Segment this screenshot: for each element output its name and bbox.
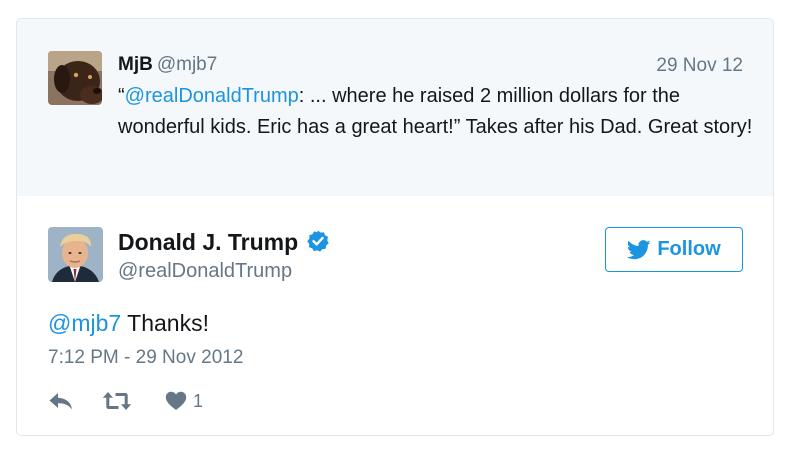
author-avatar[interactable] <box>48 227 103 282</box>
verified-badge-icon <box>306 229 330 253</box>
quoted-author[interactable]: MjB @mjb7 <box>118 53 217 77</box>
retweet-icon <box>102 392 132 410</box>
tweet-actions: 1 <box>48 388 203 414</box>
tweet-timestamp[interactable]: 7:12 PM - 29 Nov 2012 <box>48 346 243 370</box>
like-button[interactable]: 1 <box>165 391 203 412</box>
quoted-avatar[interactable] <box>48 51 102 105</box>
author-name-text[interactable]: Donald J. Trump <box>118 229 298 255</box>
like-count: 1 <box>193 390 204 411</box>
tweet-card: MjB @mjb7 29 Nov 12 “@realDonaldTrump: ..… <box>16 18 774 436</box>
reply-icon <box>49 393 72 410</box>
quoted-open-quote: “ <box>118 85 125 107</box>
author-name[interactable]: Donald J. Trump <box>118 228 330 256</box>
reply-mention-link[interactable]: @mjb7 <box>48 310 121 336</box>
heart-icon <box>165 391 187 410</box>
quoted-text: “@realDonaldTrump: ... where he raised 2… <box>118 81 758 143</box>
quoted-author-handle[interactable]: @mjb7 <box>157 54 217 75</box>
tweet-text: @mjb7 Thanks! <box>48 308 209 338</box>
quoted-mention-link[interactable]: @realDonaldTrump <box>125 85 299 107</box>
author-handle[interactable]: @realDonaldTrump <box>118 259 292 283</box>
follow-button[interactable]: Follow <box>605 227 743 272</box>
tweet-text-body: Thanks! <box>121 310 209 336</box>
follow-button-label: Follow <box>657 238 721 260</box>
retweet-button[interactable] <box>102 390 132 412</box>
reply-button[interactable] <box>48 391 74 411</box>
twitter-bird-icon <box>627 239 651 259</box>
quoted-author-name[interactable]: MjB <box>118 54 153 75</box>
quoted-tweet[interactable]: MjB @mjb7 29 Nov 12 “@realDonaldTrump: ..… <box>17 19 773 196</box>
quoted-date[interactable]: 29 Nov 12 <box>656 54 743 78</box>
